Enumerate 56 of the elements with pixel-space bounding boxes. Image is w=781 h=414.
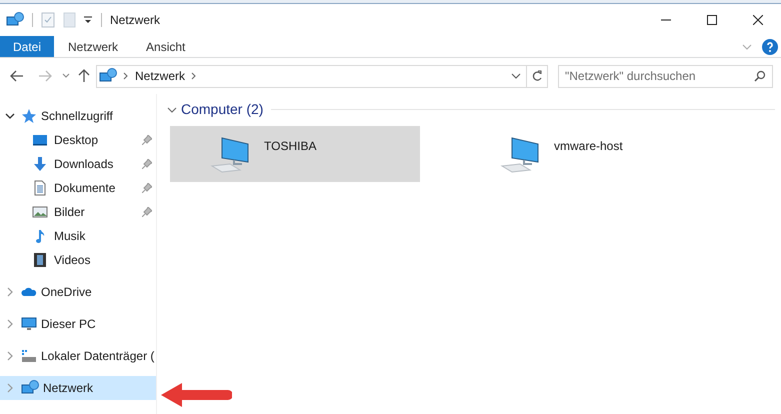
back-arrow-icon[interactable] (10, 70, 24, 82)
ribbon-tab[interactable]: Netzwerk (54, 36, 132, 57)
computer-item[interactable]: TOSHIBA (170, 126, 420, 182)
pin-icon[interactable] (142, 135, 152, 145)
monitor-icon (21, 316, 37, 332)
search-icon (754, 70, 766, 82)
nav-item[interactable]: Dieser PC (0, 312, 156, 336)
nav-item[interactable]: Schnellzugriff (0, 104, 156, 128)
window-title: Netzwerk (110, 12, 160, 29)
pin-icon[interactable] (142, 207, 152, 217)
film-icon (32, 252, 48, 268)
chevron-right-icon[interactable] (190, 72, 198, 80)
chevron-right-icon[interactable] (5, 287, 15, 297)
chevron-right-icon[interactable] (5, 351, 15, 361)
network-icon (99, 68, 117, 84)
drive-icon (21, 348, 37, 364)
nav-item[interactable]: Downloads (0, 152, 156, 176)
chevron-right-icon[interactable] (122, 72, 130, 80)
forward-arrow-icon[interactable] (38, 70, 52, 82)
address-bar[interactable]: Netzwerk (96, 64, 548, 88)
close-icon (753, 15, 763, 25)
nav-item[interactable]: OneDrive (0, 280, 156, 304)
dropdown-icon[interactable] (83, 15, 93, 25)
nav-item[interactable]: Videos (0, 248, 156, 272)
up-arrow-icon[interactable] (78, 69, 90, 83)
download-icon (32, 156, 48, 172)
ribbon-tab[interactable]: Datei (0, 36, 54, 57)
chevron-icon (167, 104, 177, 114)
help-icon[interactable] (762, 38, 778, 54)
desktop-icon (32, 132, 48, 148)
search-field[interactable]: "Netzwerk" durchsuchen (558, 64, 773, 88)
pin-icon[interactable] (142, 159, 152, 169)
nav-item[interactable]: Desktop (0, 128, 156, 152)
nav-item[interactable]: Bilder (0, 200, 156, 224)
properties-icon[interactable] (41, 12, 55, 28)
chevron-down-icon[interactable] (5, 111, 15, 121)
chevron-right-icon[interactable] (5, 319, 15, 329)
computer-item[interactable]: vmware-host (460, 126, 710, 182)
nav-item[interactable]: Lokaler Datenträger ( (0, 344, 156, 368)
nav-item[interactable]: Dokumente (0, 176, 156, 200)
star-icon (21, 108, 37, 124)
document-icon (32, 180, 48, 196)
pin-icon[interactable] (142, 183, 152, 193)
ribbon-tab[interactable]: Ansicht (132, 36, 200, 57)
breadcrumb-item[interactable]: Netzwerk (135, 67, 186, 85)
nav-item[interactable]: Netzwerk (0, 376, 156, 400)
chevron-down-icon[interactable] (511, 71, 521, 81)
refresh-icon[interactable] (531, 70, 543, 82)
nav-item[interactable]: Musik (0, 224, 156, 248)
image-icon (32, 204, 48, 220)
pointer-arrow (160, 382, 232, 408)
new-folder-icon[interactable] (63, 12, 77, 28)
group-header[interactable]: Computer (2) (167, 99, 264, 120)
maximize-icon (707, 15, 717, 25)
network-icon (21, 380, 39, 396)
network-icon (6, 12, 24, 28)
